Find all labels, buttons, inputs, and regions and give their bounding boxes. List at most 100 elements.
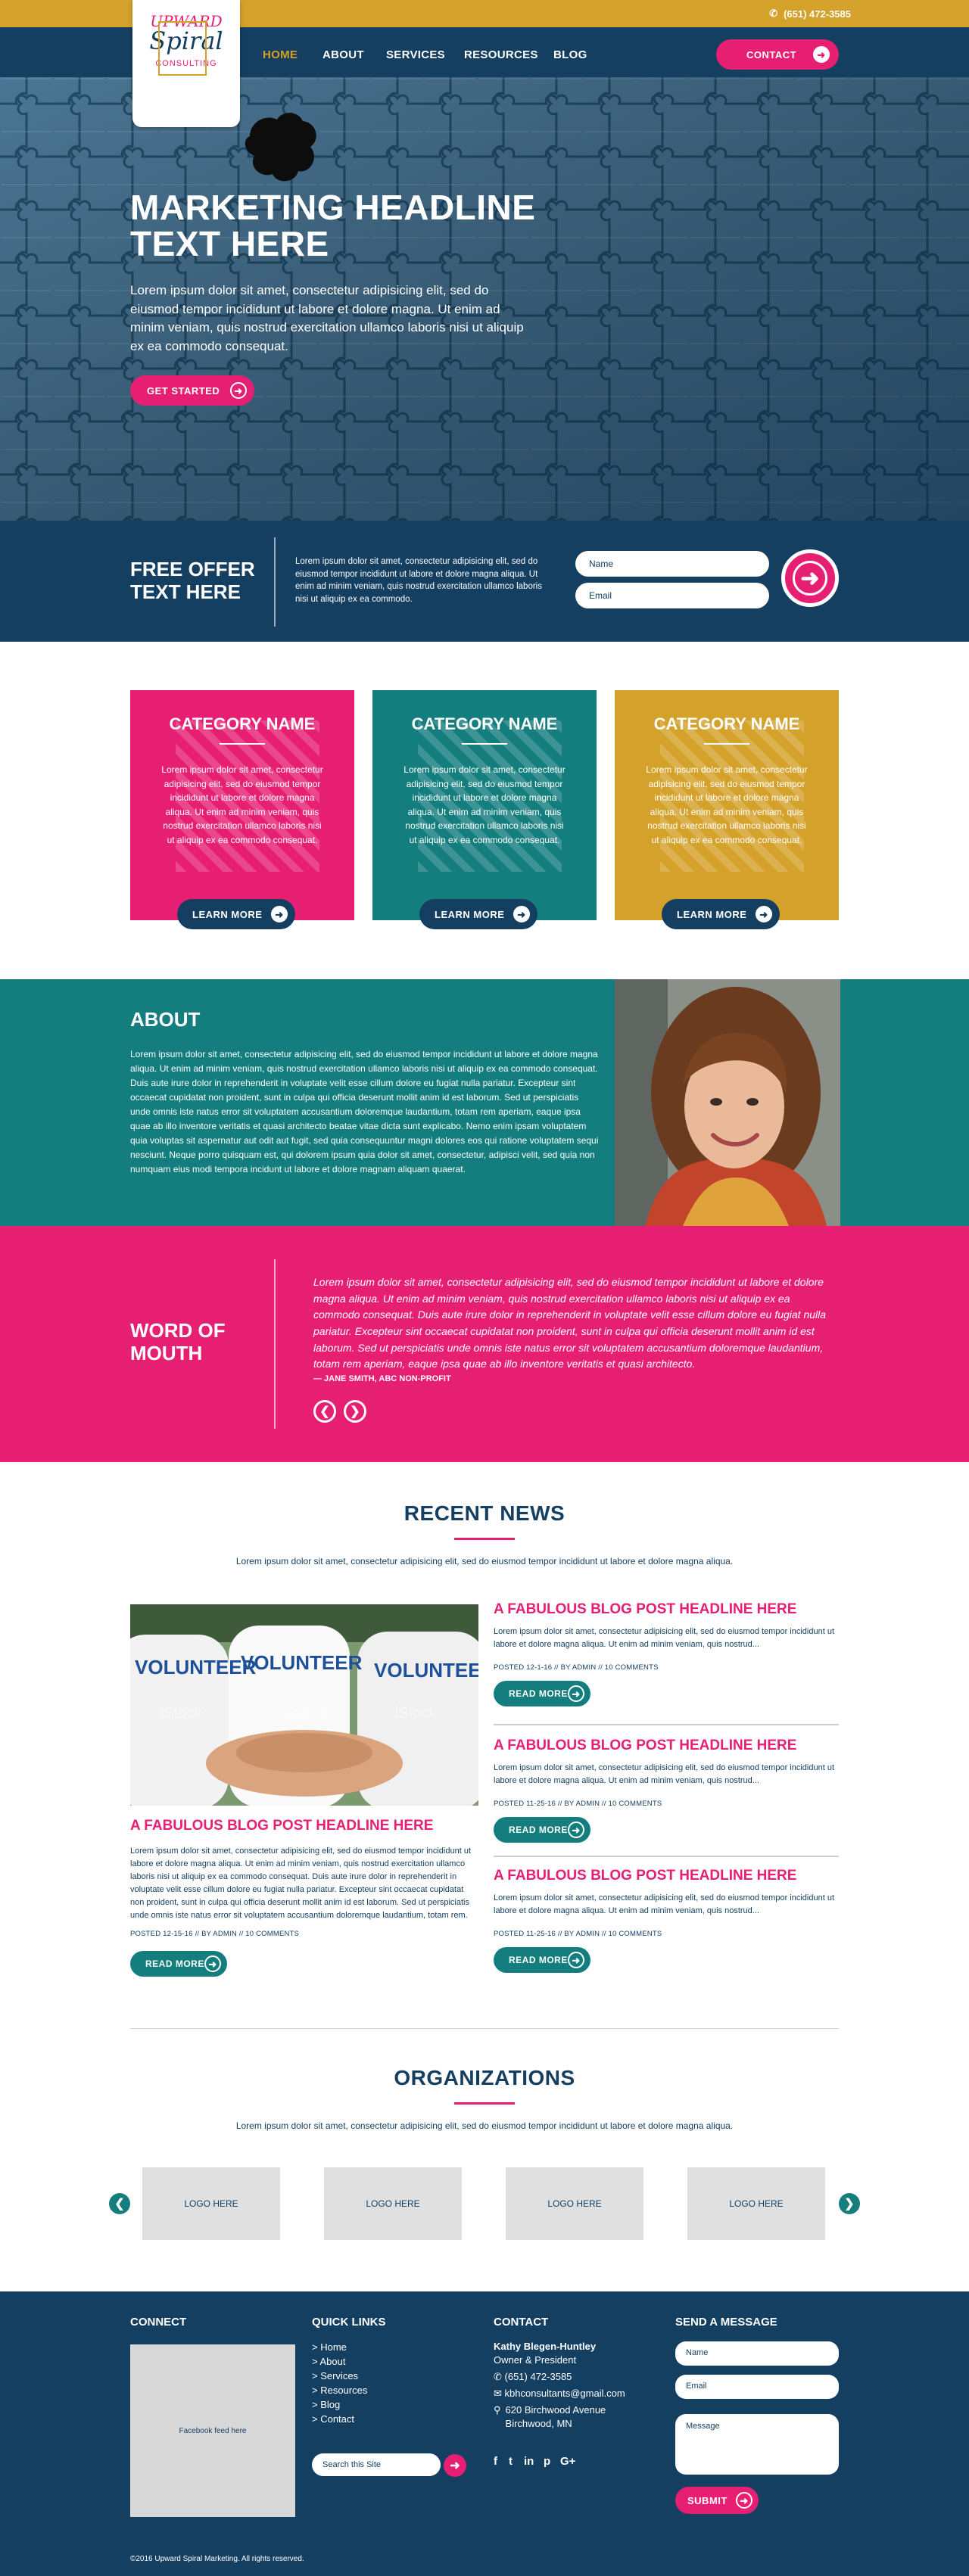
featured-post-text: Lorem ipsum dolor sit amet, consectetur … — [130, 1846, 472, 1921]
about-title: ABOUT — [130, 1008, 201, 1031]
offer-text: Lorem ipsum dolor sit amet, consectetur … — [295, 557, 542, 605]
org-logo[interactable]: LOGO HERE — [687, 2167, 825, 2240]
post-divider — [494, 1724, 839, 1725]
nav-home[interactable]: HOME — [263, 48, 298, 61]
about-text: Lorem ipsum dolor sit amet, consectetur … — [130, 1049, 599, 1174]
nav-resources[interactable]: RESOURCES — [464, 48, 538, 61]
testimonial-author: — JANE SMITH, ABC NON-PROFIT — [313, 1374, 451, 1383]
learn-more-label: LEARN MORE — [677, 908, 747, 920]
offer-title-line-1: FREE OFFER — [130, 558, 255, 580]
linkedin-icon[interactable]: in — [524, 2455, 534, 2468]
testimonial-next-button[interactable]: ❯ — [344, 1400, 366, 1423]
category-card: CATEGORY NAME Lorem ipsum dolor sit amet… — [130, 690, 354, 929]
footer-connect-title: CONNECT — [130, 2316, 187, 2329]
footer-link-resources[interactable]: > Resources — [312, 2383, 367, 2397]
contact-button[interactable]: CONTACT ➜ — [716, 39, 839, 70]
footer-contact-title: CONTACT — [494, 2316, 549, 2329]
category-rule — [462, 743, 507, 745]
contact-phone-number: (651) 472-3585 — [504, 2371, 572, 2382]
nav-services[interactable]: SERVICES — [386, 48, 445, 61]
arrow-right-icon: ➜ — [204, 1955, 221, 1972]
learn-more-button[interactable]: LEARN MORE ➜ — [662, 899, 780, 929]
orgs-prev-button[interactable]: ❮ — [109, 2193, 130, 2214]
footer-link-services[interactable]: > Services — [312, 2369, 367, 2383]
footer-link-about[interactable]: > About — [312, 2354, 367, 2369]
submit-label: SUBMIT — [687, 2494, 728, 2506]
twitter-icon[interactable]: t — [509, 2455, 513, 2468]
read-more-button[interactable]: READ MORE ➜ — [494, 1817, 590, 1843]
news-title-rule — [454, 1538, 515, 1540]
top-phone[interactable]: ✆ (651) 472-3585 — [769, 8, 851, 20]
learn-more-button[interactable]: LEARN MORE ➜ — [177, 899, 295, 929]
hero-headline-line-1: MARKETING HEADLINE — [130, 188, 536, 227]
footer-link-blog[interactable]: > Blog — [312, 2397, 367, 2412]
category-title: CATEGORY NAME — [169, 714, 316, 733]
footer-contact-info: Kathy Blegen-Huntley Owner & President ✆… — [494, 2340, 660, 2431]
shirt-text: VOLUNTEER — [241, 1651, 363, 1674]
message-name-field[interactable]: Name — [675, 2341, 839, 2366]
footer-link-home[interactable]: > Home — [312, 2340, 367, 2354]
post-text: Lorem ipsum dolor sit amet, consectetur … — [494, 1893, 835, 1916]
post-divider — [494, 1856, 839, 1857]
site-logo[interactable]: UPWARD Spiral CONSULTING — [132, 0, 240, 127]
category-card: CATEGORY NAME Lorem ipsum dolor sit amet… — [372, 690, 597, 929]
site-footer: CONNECT Facebook feed here QUICK LINKS >… — [0, 2291, 969, 2576]
category-title: CATEGORY NAME — [411, 714, 558, 733]
message-textarea[interactable]: Message — [675, 2414, 839, 2475]
post-text: Lorem ipsum dolor sit amet, consectetur … — [494, 1763, 835, 1786]
logo-frame — [158, 21, 207, 76]
nav-about[interactable]: ABOUT — [322, 48, 364, 61]
post-item: A FABULOUS BLOG POST HEADLINE HERE Lorem… — [494, 1601, 839, 1707]
read-more-button[interactable]: READ MORE ➜ — [494, 1681, 590, 1707]
read-more-button[interactable]: READ MORE ➜ — [494, 1947, 590, 1974]
contact-email[interactable]: ✉ kbhconsultants@gmail.com — [494, 2387, 660, 2400]
get-started-button[interactable]: GET STARTED ➜ — [130, 375, 254, 406]
featured-post-image[interactable]: VOLUNTEER VOLUNTEER VOLUNTEER iStock iSt… — [130, 1604, 478, 1806]
testimonial-prev-button[interactable]: ❮ — [313, 1400, 336, 1423]
hero-headline-line-2: TEXT HERE — [130, 224, 329, 264]
arrow-right-icon: ❯ — [350, 1405, 360, 1418]
category-title: CATEGORY NAME — [653, 714, 800, 733]
read-more-button[interactable]: READ MORE ➜ — [130, 1951, 227, 1977]
contact-role: Owner & President — [494, 2354, 577, 2366]
footer-link-contact[interactable]: > Contact — [312, 2412, 367, 2426]
featured-post-headline[interactable]: A FABULOUS BLOG POST HEADLINE HERE — [130, 1818, 478, 1834]
org-logo[interactable]: LOGO HERE — [324, 2167, 462, 2240]
google-plus-icon[interactable]: G+ — [560, 2455, 575, 2468]
message-email-field[interactable]: Email — [675, 2375, 839, 2399]
arrow-right-icon: ➜ — [568, 1685, 584, 1703]
post-headline[interactable]: A FABULOUS BLOG POST HEADLINE HERE — [494, 1738, 839, 1754]
facebook-feed[interactable]: Facebook feed here — [130, 2344, 295, 2517]
read-more-label: READ MORE — [509, 1688, 568, 1700]
offer-submit-button[interactable]: ➜ — [781, 549, 839, 607]
offer-email-field[interactable]: Email — [575, 583, 769, 608]
pinterest-icon[interactable]: p — [544, 2455, 550, 2468]
category-card: CATEGORY NAME Lorem ipsum dolor sit amet… — [615, 690, 839, 929]
arrow-left-icon: ❮ — [319, 1405, 330, 1418]
offer-name-field[interactable]: Name — [575, 551, 769, 577]
footer-search-button[interactable]: ➜ — [444, 2454, 466, 2477]
arrow-right-icon: ➜ — [568, 1952, 584, 1969]
footer-search-input[interactable]: Search this Site — [312, 2453, 441, 2476]
mail-icon: ✉ — [494, 2388, 505, 2399]
footer-links-title: QUICK LINKS — [312, 2316, 386, 2329]
featured-post-meta: POSTED 12-15-16 // BY ADMIN // 10 COMMEN… — [130, 1930, 300, 1938]
get-started-label: GET STARTED — [147, 384, 220, 397]
post-headline[interactable]: A FABULOUS BLOG POST HEADLINE HERE — [494, 1868, 839, 1884]
learn-more-button[interactable]: LEARN MORE ➜ — [419, 899, 537, 929]
offer-title: FREE OFFER TEXT HERE — [130, 558, 255, 604]
post-headline[interactable]: A FABULOUS BLOG POST HEADLINE HERE — [494, 1601, 839, 1618]
contact-phone[interactable]: ✆ (651) 472-3585 — [494, 2370, 660, 2384]
nav-blog[interactable]: BLOG — [553, 48, 587, 61]
orgs-next-button[interactable]: ❯ — [839, 2193, 860, 2214]
org-logo[interactable]: LOGO HERE — [506, 2167, 643, 2240]
org-logo[interactable]: LOGO HERE — [142, 2167, 280, 2240]
watermark-text: iStock — [160, 1705, 202, 1722]
facebook-icon[interactable]: f — [494, 2455, 497, 2468]
post-meta: POSTED 12-1-16 // BY ADMIN // 10 COMMENT… — [494, 1663, 659, 1672]
submit-button[interactable]: SUBMIT ➜ — [675, 2487, 759, 2514]
read-more-label: READ MORE — [509, 1955, 568, 1966]
post-text: Lorem ipsum dolor sit amet, consectetur … — [494, 1627, 835, 1650]
category-text: Lorem ipsum dolor sit amet, consectetur … — [646, 764, 808, 845]
shirt-text: VOLUNTEER — [374, 1659, 478, 1682]
